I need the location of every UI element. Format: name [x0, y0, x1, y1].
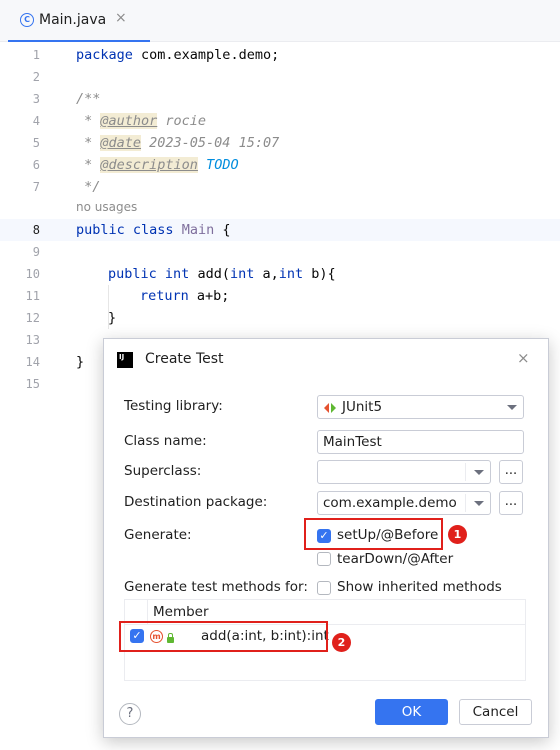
annotation-badge-1: 1 [448, 525, 467, 544]
destination-package-label: Destination package: [124, 494, 268, 510]
superclass-combo[interactable] [317, 460, 491, 484]
testing-library-label: Testing library: [124, 398, 223, 414]
code-keyword: int [278, 266, 304, 282]
combo-separator [465, 463, 466, 481]
code-line: 1 package com.example.demo; [0, 44, 560, 66]
destination-package-value: com.example.demo [323, 495, 457, 511]
method-name: add( [197, 266, 230, 282]
code-text: a, [254, 266, 279, 282]
testing-library-select[interactable]: JUnit5 [317, 395, 524, 419]
code-line: 6 * @description TODO [0, 154, 560, 176]
code-line: 2 [0, 66, 560, 88]
line-number: 13 [25, 333, 40, 347]
code-comment: * [76, 157, 101, 173]
code-text: a+b; [188, 288, 230, 304]
destination-package-combo[interactable]: com.example.demo [317, 491, 491, 515]
code-text: } [108, 310, 117, 326]
help-icon[interactable]: ? [119, 703, 141, 725]
class-name: Main [181, 222, 215, 238]
class-name-value: MainTest [323, 434, 382, 450]
highlight-box-2 [119, 621, 328, 652]
cancel-button[interactable]: Cancel [459, 699, 532, 725]
line-number: 4 [32, 114, 40, 128]
todo-marker: TODO [206, 157, 239, 173]
intellij-logo-icon: IJ [117, 352, 133, 368]
code-keyword: int [229, 266, 255, 282]
annotation-badge-2: 2 [332, 633, 351, 652]
code-keyword: public [108, 266, 157, 282]
code-keyword: int [164, 266, 190, 282]
generate-methods-label: Generate test methods for: [124, 579, 308, 595]
teardown-label[interactable]: tearDown/@After [337, 551, 453, 567]
line-number: 9 [32, 245, 40, 259]
code-line: 12 } [0, 307, 560, 329]
javadoc-tag: @author [100, 113, 158, 129]
code-comment: /** [76, 91, 101, 107]
javadoc-tag: @description [100, 157, 198, 173]
code-line: 4 * @author rocie [0, 110, 560, 132]
code-text: } [76, 354, 85, 370]
code-line: 9 [0, 241, 560, 263]
show-inherited-label[interactable]: Show inherited methods [337, 579, 502, 595]
code-comment: * [76, 113, 101, 129]
usages-hint[interactable]: no usages [76, 200, 137, 214]
create-test-dialog: IJ Create Test × Testing library: JUnit5… [103, 338, 549, 738]
code-comment: 2023-05-04 15:07 [141, 135, 280, 151]
code-keyword: class [132, 222, 174, 238]
dialog-title: Create Test [145, 351, 224, 367]
superclass-label: Superclass: [124, 463, 202, 479]
line-number: 1 [32, 48, 40, 62]
code-line: 3 /** [0, 88, 560, 110]
combo-separator [465, 494, 466, 512]
code-comment: * [76, 135, 101, 151]
code-line: 11 return a+b; [0, 285, 560, 307]
line-number: 11 [25, 289, 40, 303]
class-icon: C [20, 13, 34, 27]
junit-icon [324, 403, 336, 413]
teardown-checkbox[interactable] [317, 552, 331, 566]
close-tab-icon[interactable]: × [115, 10, 127, 26]
tab-label: Main.java [39, 12, 107, 28]
line-number: 15 [25, 377, 40, 391]
line-number: 14 [25, 355, 40, 369]
line-number: 8 [32, 223, 40, 237]
chevron-down-icon [474, 501, 484, 506]
member-column-header[interactable]: Member [153, 604, 209, 620]
show-inherited-checkbox[interactable] [317, 581, 331, 595]
code-keyword: return [140, 288, 189, 304]
class-name-label: Class name: [124, 433, 207, 449]
chevron-down-icon [474, 470, 484, 475]
line-number: 10 [25, 267, 40, 281]
code-line-current: 8 public class Main { [0, 219, 560, 241]
line-number: 3 [32, 92, 40, 106]
indent-guide [108, 285, 109, 329]
ok-button[interactable]: OK [375, 699, 448, 725]
close-icon[interactable]: × [517, 349, 530, 367]
line-number: 2 [32, 70, 40, 84]
code-keyword: package [76, 47, 133, 63]
line-number: 6 [32, 158, 40, 172]
line-number: 7 [32, 180, 40, 194]
class-name-input[interactable]: MainTest [317, 430, 524, 454]
code-text: b){ [303, 266, 336, 282]
code-text: com.example.demo; [132, 47, 280, 63]
tab-main-java[interactable]: C Main.java × [8, 0, 150, 42]
highlight-box-1 [304, 518, 443, 550]
destination-package-browse-button[interactable]: ... [499, 491, 523, 515]
code-line: 7 */ [0, 176, 560, 198]
line-number: 12 [25, 311, 40, 325]
code-comment: */ [76, 179, 101, 195]
code-keyword: public [76, 222, 125, 238]
line-number: 5 [32, 136, 40, 150]
superclass-browse-button[interactable]: ... [499, 460, 523, 484]
testing-library-value: JUnit5 [342, 399, 383, 415]
code-line: 5 * @date 2023-05-04 15:07 [0, 132, 560, 154]
chevron-down-icon [507, 405, 517, 410]
code-line: 10 public int add(int a,int b){ [0, 263, 560, 285]
javadoc-tag: @date [100, 135, 142, 151]
code-text: { [214, 222, 231, 238]
editor-tab-bar: C Main.java × [0, 0, 560, 42]
generate-label: Generate: [124, 527, 192, 543]
code-comment: rocie [157, 113, 207, 129]
